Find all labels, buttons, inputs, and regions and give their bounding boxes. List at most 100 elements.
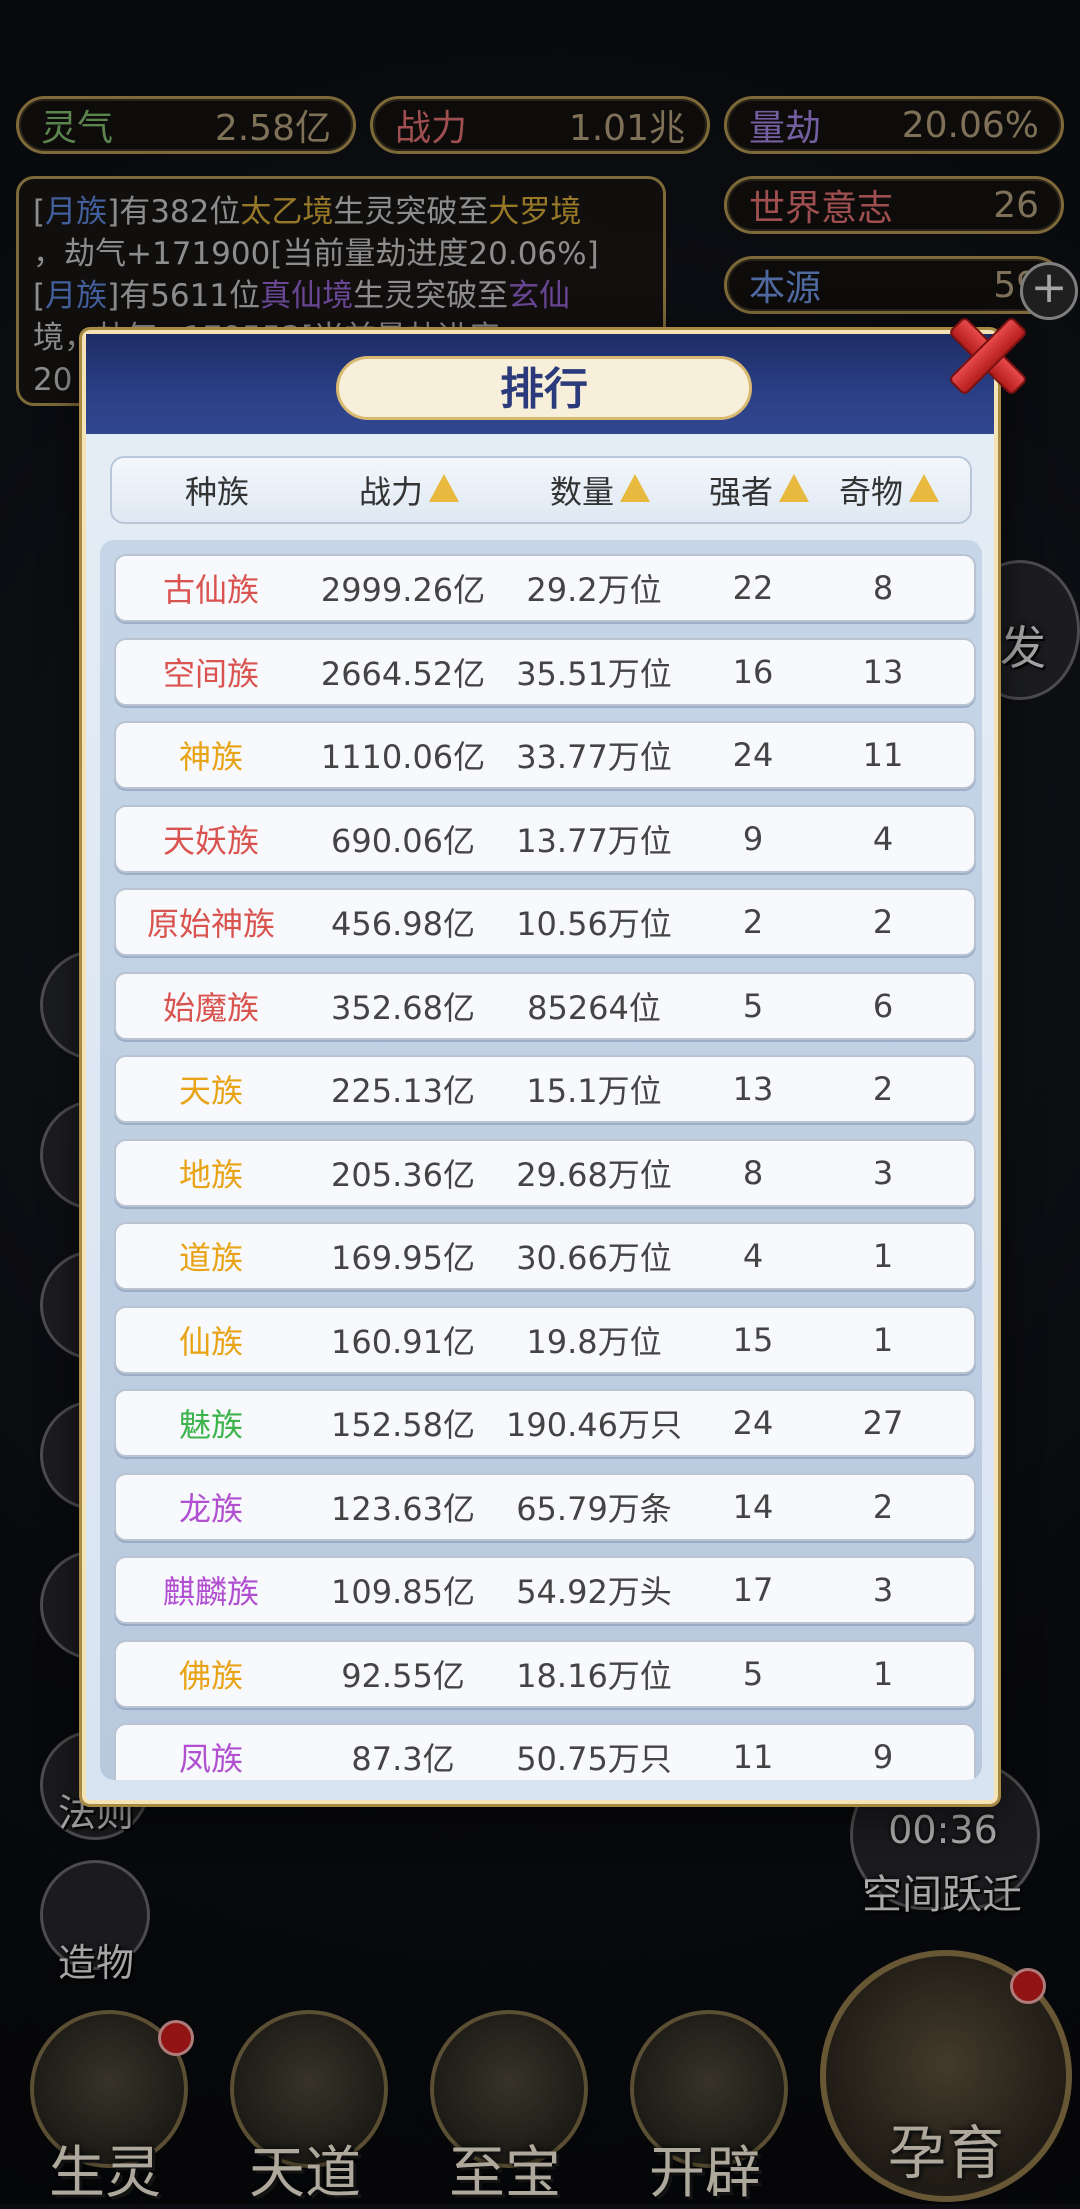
race-cell: 麒麟族 — [162, 1573, 259, 1611]
power-cell: 109.85亿 — [331, 1573, 475, 1611]
power-cell: 1110.06亿 — [320, 738, 486, 776]
strong-cell: 5 — [742, 986, 764, 1025]
strong-cell: 17 — [732, 1571, 774, 1609]
treasure-cell: 11 — [862, 736, 904, 774]
strong-cell: 4 — [742, 1237, 764, 1275]
table-row[interactable]: 麒麟族 109.85亿 54.92万头 17 3 — [114, 1556, 976, 1624]
modal-title: 排行 — [336, 356, 752, 420]
count-cell: 15.1万位 — [526, 1072, 662, 1110]
race-cell: 龙族 — [178, 1489, 243, 1528]
count-cell: 50.75万只 — [516, 1740, 672, 1778]
treasure-cell: 1 — [872, 1320, 894, 1359]
race-cell: 魅族 — [178, 1406, 243, 1444]
power-cell: 205.36亿 — [331, 1155, 475, 1194]
ranking-modal: 排行 种族 战力 数量 强者 奇物 古仙族 2999.26亿 29.2万位 22 8 空间… — [82, 330, 998, 1804]
count-cell: 30.66万位 — [516, 1239, 672, 1277]
sort-by-treasure-button[interactable]: 奇物 — [824, 467, 954, 513]
count-cell: 85264位 — [527, 988, 661, 1027]
power-cell: 225.13亿 — [331, 1072, 475, 1110]
table-row[interactable]: 空间族 2664.52亿 35.51万位 16 13 — [114, 637, 976, 706]
column-header: 种族 战力 数量 强者 奇物 — [110, 456, 972, 524]
race-cell: 仙族 — [178, 1322, 243, 1361]
count-cell: 19.8万位 — [526, 1322, 662, 1361]
count-cell: 13.77万位 — [516, 821, 672, 860]
strong-cell: 8 — [742, 1153, 764, 1192]
race-cell: 始魔族 — [162, 988, 259, 1027]
ranking-list[interactable]: 古仙族 2999.26亿 29.2万位 22 8 空间族 2664.52亿 35.51万位 16… — [100, 540, 982, 1780]
power-cell: 152.58亿 — [331, 1406, 475, 1444]
treasure-cell: 9 — [872, 1738, 894, 1776]
power-cell: 169.95亿 — [331, 1239, 475, 1277]
table-row[interactable]: 天族 225.13亿 15.1万位 13 2 — [114, 1055, 976, 1123]
count-cell: 35.51万位 — [516, 654, 672, 693]
race-cell: 地族 — [178, 1155, 243, 1194]
treasure-cell: 3 — [872, 1571, 894, 1609]
race-cell: 原始神族 — [146, 905, 275, 943]
race-cell: 天族 — [178, 1072, 243, 1110]
treasure-cell: 4 — [872, 819, 894, 858]
table-row[interactable]: 始魔族 352.68亿 85264位 5 6 — [114, 971, 976, 1040]
power-cell: 352.68亿 — [331, 988, 475, 1027]
table-row[interactable]: 神族 1110.06亿 33.77万位 24 11 — [114, 721, 976, 789]
race-cell: 道族 — [178, 1239, 243, 1277]
header-strong-label: 强者 — [708, 473, 773, 511]
table-row[interactable]: 仙族 160.91亿 19.8万位 15 1 — [114, 1305, 976, 1374]
count-cell: 10.56万位 — [516, 905, 672, 943]
strong-cell: 15 — [732, 1320, 774, 1359]
sort-arrow-icon — [429, 474, 459, 502]
header-count-label: 数量 — [549, 473, 614, 511]
sort-by-count-button[interactable]: 数量 — [506, 467, 694, 513]
race-cell: 神族 — [178, 738, 243, 776]
strong-cell: 14 — [732, 1487, 774, 1526]
treasure-cell: 13 — [862, 652, 904, 691]
table-row[interactable]: 地族 205.36亿 29.68万位 8 3 — [114, 1138, 976, 1207]
treasure-cell: 6 — [872, 986, 894, 1025]
strong-cell: 9 — [742, 819, 764, 858]
treasure-cell: 2 — [872, 1070, 894, 1108]
table-row[interactable]: 道族 169.95亿 30.66万位 4 1 — [114, 1222, 976, 1290]
modal-header: 排行 — [86, 334, 994, 434]
power-cell: 123.63亿 — [331, 1489, 475, 1528]
power-cell: 160.91亿 — [331, 1322, 475, 1361]
table-row[interactable]: 魅族 152.58亿 190.46万只 24 27 — [114, 1389, 976, 1457]
treasure-cell: 1 — [872, 1237, 894, 1275]
strong-cell: 16 — [732, 652, 774, 691]
power-cell: 2999.26亿 — [320, 571, 486, 609]
race-cell: 空间族 — [162, 654, 259, 693]
count-cell: 65.79万条 — [516, 1489, 672, 1528]
treasure-cell: 2 — [872, 903, 894, 941]
sort-by-strong-button[interactable]: 强者 — [694, 467, 824, 513]
race-cell: 古仙族 — [162, 571, 259, 609]
count-cell: 29.2万位 — [526, 571, 662, 609]
table-row[interactable]: 古仙族 2999.26亿 29.2万位 22 8 — [114, 554, 976, 622]
sort-by-power-button[interactable]: 战力 — [312, 467, 506, 513]
sort-arrow-icon — [779, 474, 809, 502]
race-cell: 天妖族 — [162, 821, 259, 860]
header-power-label: 战力 — [358, 473, 423, 511]
header-race: 种族 — [112, 467, 312, 513]
power-cell: 87.3亿 — [351, 1740, 455, 1778]
close-button[interactable] — [935, 300, 1035, 400]
power-cell: 456.98亿 — [331, 905, 475, 943]
strong-cell: 22 — [732, 569, 774, 607]
treasure-cell: 1 — [872, 1654, 894, 1693]
strong-cell: 24 — [732, 736, 774, 774]
table-row[interactable]: 凤族 87.3亿 50.75万只 11 9 — [114, 1723, 976, 1780]
count-cell: 18.16万位 — [516, 1656, 672, 1695]
count-cell: 33.77万位 — [516, 738, 672, 776]
strong-cell: 2 — [742, 903, 764, 941]
table-row[interactable]: 佛族 92.55亿 18.16万位 5 1 — [114, 1639, 976, 1708]
strong-cell: 13 — [732, 1070, 774, 1108]
race-cell: 佛族 — [178, 1656, 243, 1695]
table-row[interactable]: 天妖族 690.06亿 13.77万位 9 4 — [114, 804, 976, 873]
sort-arrow-icon — [620, 474, 650, 502]
header-race-label: 种族 — [184, 473, 249, 511]
treasure-cell: 8 — [872, 569, 894, 607]
table-row[interactable]: 原始神族 456.98亿 10.56万位 2 2 — [114, 888, 976, 956]
header-treasure-label: 奇物 — [838, 473, 903, 511]
count-cell: 190.46万只 — [506, 1406, 682, 1444]
table-row[interactable]: 龙族 123.63亿 65.79万条 14 2 — [114, 1472, 976, 1541]
sort-arrow-icon — [909, 474, 939, 502]
race-cell: 凤族 — [178, 1740, 243, 1778]
strong-cell: 11 — [732, 1738, 774, 1776]
